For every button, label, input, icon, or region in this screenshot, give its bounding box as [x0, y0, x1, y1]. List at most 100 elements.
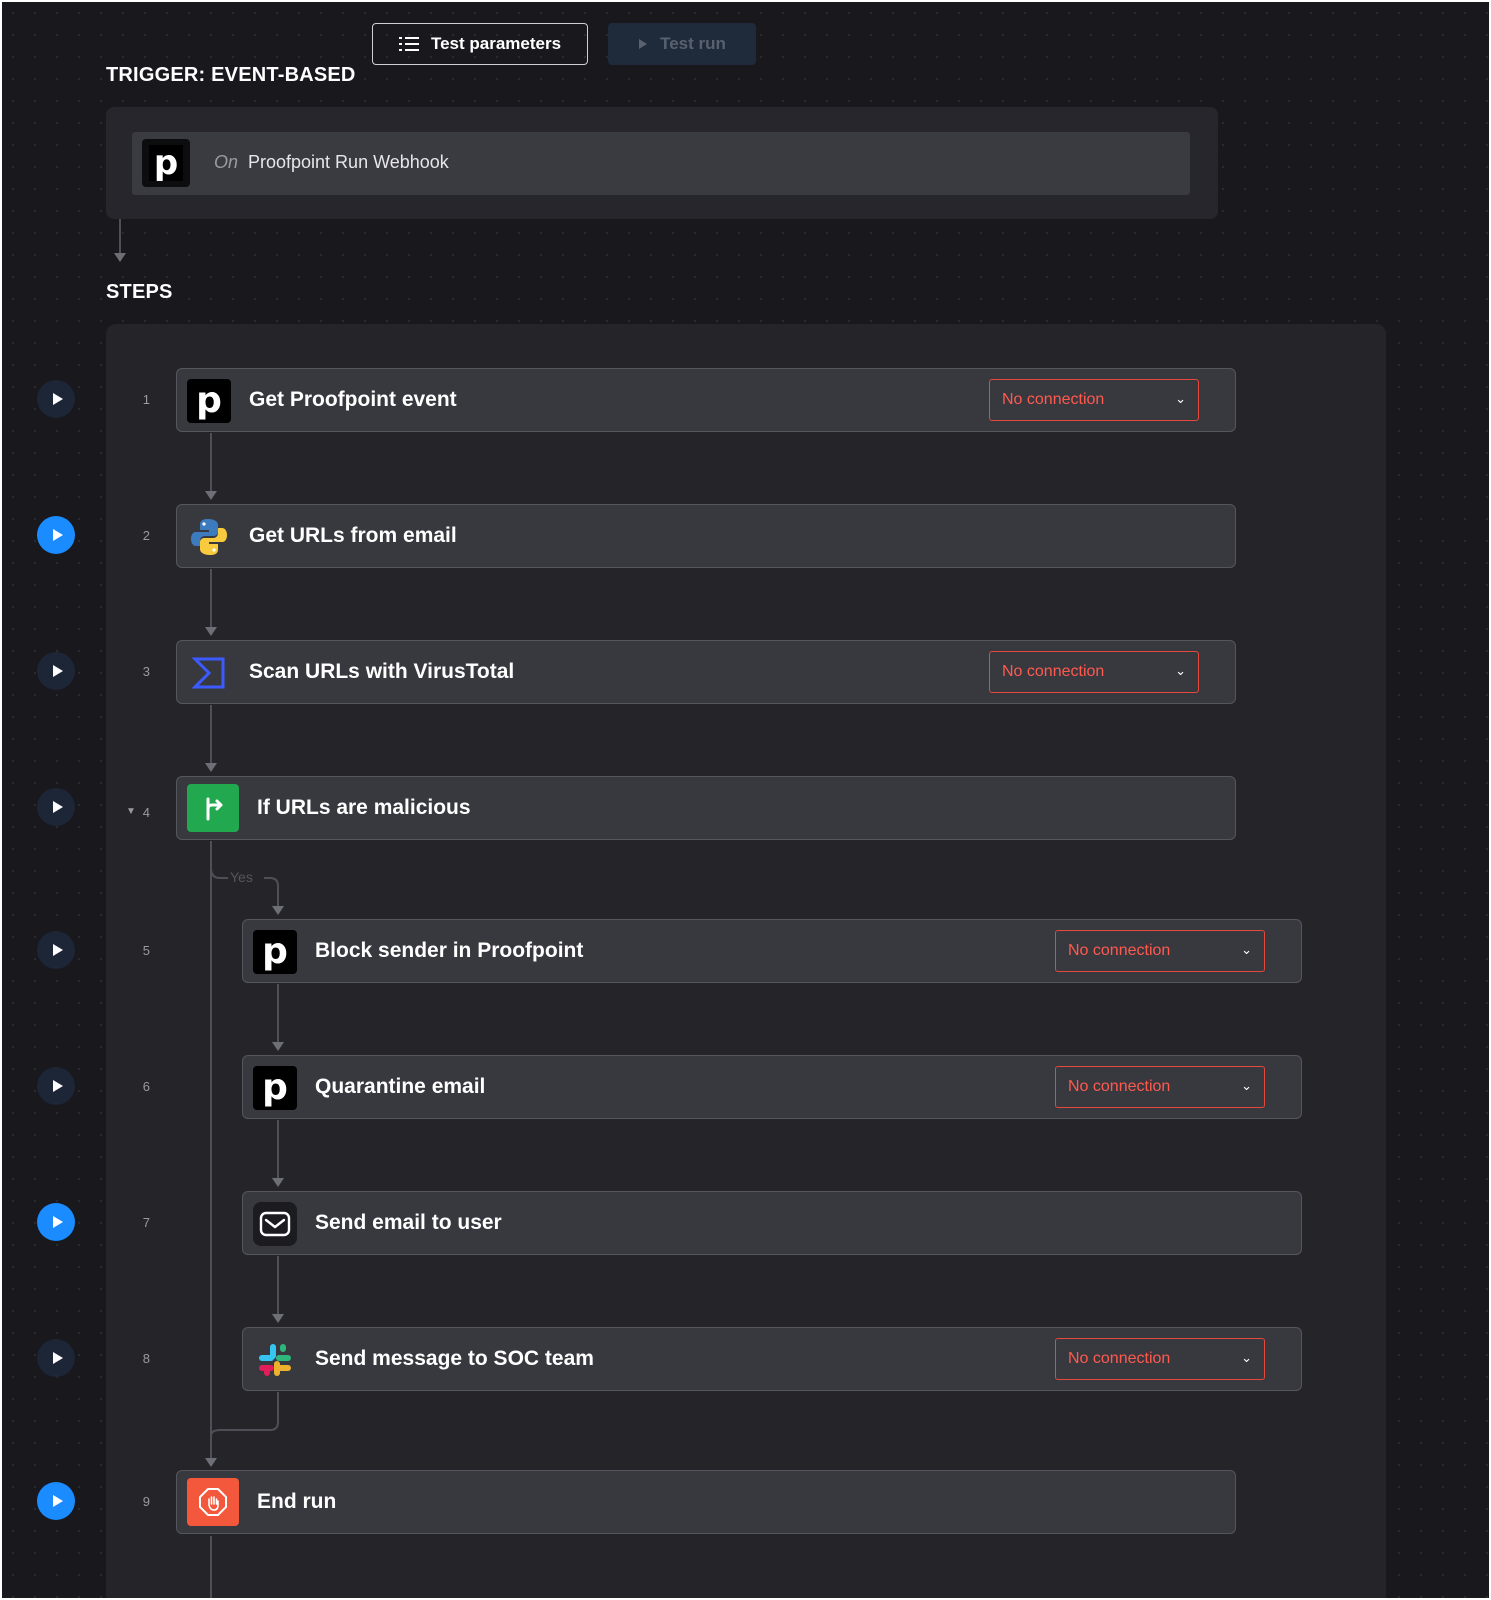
step-card-scan-urls-virustotal[interactable]: Scan URLs with VirusTotal No connection ⌄ — [176, 640, 1236, 704]
play-icon — [52, 801, 63, 813]
connection-select[interactable]: No connection ⌄ — [1055, 1066, 1265, 1108]
run-step-1-button[interactable] — [37, 380, 75, 418]
step-title: Send email to user — [315, 1211, 502, 1234]
steps-heading: STEPS — [106, 281, 173, 303]
connector-arrow — [205, 1458, 217, 1467]
play-icon — [52, 1080, 63, 1092]
chevron-down-icon: ⌄ — [1241, 1350, 1252, 1365]
step-title: If URLs are malicious — [257, 796, 471, 819]
step-number: 8 — [142, 1351, 150, 1366]
connector-line — [210, 841, 212, 1458]
step-card-quarantine-email[interactable]: p Quarantine email No connection ⌄ — [242, 1055, 1302, 1119]
trigger-card[interactable]: p On Proofpoint Run Webhook — [132, 132, 1190, 195]
trigger-heading: TRIGGER: EVENT-BASED — [106, 64, 356, 86]
connector-line — [210, 569, 212, 627]
condition-icon — [187, 784, 239, 832]
step-card-block-sender[interactable]: p Block sender in Proofpoint No connecti… — [242, 919, 1302, 983]
run-step-2-button[interactable] — [37, 516, 75, 554]
connection-value: No connection — [1002, 391, 1105, 408]
step-title: Get Proofpoint event — [249, 388, 457, 411]
proofpoint-icon: p — [187, 379, 231, 423]
connector-line — [277, 1120, 279, 1178]
step-number: 3 — [142, 664, 150, 679]
step-number: 4 — [142, 805, 150, 820]
virustotal-icon — [187, 651, 231, 695]
email-icon — [253, 1202, 297, 1246]
proofpoint-icon: p — [253, 930, 297, 974]
connection-select[interactable]: No connection ⌄ — [1055, 1338, 1265, 1380]
step-card-get-urls-from-email[interactable]: Get URLs from email — [176, 504, 1236, 568]
stop-icon — [187, 1478, 239, 1526]
run-step-5-button[interactable] — [37, 931, 75, 969]
proofpoint-icon: p — [253, 1066, 297, 1110]
connector-arrow — [205, 491, 217, 500]
proofpoint-icon: p — [142, 139, 190, 187]
branch-label-yes: Yes — [230, 869, 253, 885]
step-card-end-run[interactable]: End run — [176, 1470, 1236, 1534]
list-icon — [398, 37, 419, 51]
connection-select[interactable]: No connection ⌄ — [989, 651, 1199, 693]
connection-value: No connection — [1068, 1078, 1171, 1095]
chevron-down-icon: ⌄ — [1175, 391, 1186, 406]
connector-line — [277, 984, 279, 1042]
step-title: Quarantine email — [315, 1075, 486, 1098]
trigger-prefix: On — [214, 152, 239, 172]
play-icon — [52, 1352, 63, 1364]
play-icon — [52, 1216, 63, 1228]
connection-value: No connection — [1068, 942, 1171, 959]
run-step-8-button[interactable] — [37, 1339, 75, 1377]
run-step-3-button[interactable] — [37, 652, 75, 690]
run-step-6-button[interactable] — [37, 1067, 75, 1105]
run-step-4-button[interactable] — [37, 788, 75, 826]
step-title: Block sender in Proofpoint — [315, 939, 584, 962]
step-title: Get URLs from email — [249, 524, 457, 547]
connector-arrow — [272, 906, 284, 915]
trigger-name: Proofpoint Run Webhook — [248, 152, 449, 172]
step-card-if-urls-malicious[interactable]: If URLs are malicious — [176, 776, 1236, 840]
step-number: 5 — [142, 943, 150, 958]
connection-select[interactable]: No connection ⌄ — [989, 379, 1199, 421]
connector-line — [119, 219, 121, 255]
step-title: End run — [257, 1490, 337, 1513]
step-number: 6 — [142, 1079, 150, 1094]
connection-value: No connection — [1002, 663, 1105, 680]
step-card-get-proofpoint-event[interactable]: p Get Proofpoint event No connection ⌄ — [176, 368, 1236, 432]
slack-icon — [253, 1338, 297, 1382]
test-run-label: Test run — [660, 34, 726, 53]
chevron-down-icon: ⌄ — [1175, 663, 1186, 678]
step-title: Scan URLs with VirusTotal — [249, 660, 515, 683]
chevron-down-icon: ⌄ — [1241, 1078, 1252, 1093]
connector-arrow — [272, 1314, 284, 1323]
python-icon — [187, 515, 231, 559]
run-step-7-button[interactable] — [37, 1203, 75, 1241]
chevron-down-icon: ⌄ — [1241, 942, 1252, 957]
connector-arrow — [205, 763, 217, 772]
workflow-canvas: Test parameters Test run TRIGGER: EVENT-… — [2, 2, 1489, 1598]
step-number: 9 — [142, 1494, 150, 1509]
test-parameters-label: Test parameters — [430, 34, 562, 53]
step-title: Send message to SOC team — [315, 1347, 594, 1370]
run-step-9-button[interactable] — [37, 1482, 75, 1520]
connector-arrow — [205, 627, 217, 636]
connector-line — [210, 705, 212, 763]
play-icon — [639, 39, 648, 49]
play-icon — [52, 1495, 63, 1507]
step-number: 7 — [142, 1215, 150, 1230]
connector-line — [210, 433, 212, 491]
test-parameters-button[interactable]: Test parameters — [372, 23, 588, 65]
connector-arrow — [272, 1178, 284, 1187]
step-card-send-email[interactable]: Send email to user — [242, 1191, 1302, 1255]
test-run-button[interactable]: Test run — [608, 23, 756, 65]
play-icon — [52, 665, 63, 677]
connector-arrow — [114, 253, 126, 262]
connector-line — [277, 1256, 279, 1314]
play-icon — [52, 944, 63, 956]
connection-select[interactable]: No connection ⌄ — [1055, 930, 1265, 972]
connector-line — [210, 1536, 212, 1598]
connection-value: No connection — [1068, 1350, 1171, 1367]
play-icon — [52, 393, 63, 405]
step-number: 1 — [142, 392, 150, 407]
play-icon — [52, 529, 63, 541]
step-card-send-message-soc[interactable]: Send message to SOC team No connection ⌄ — [242, 1327, 1302, 1391]
branch-merge-connector — [210, 1392, 279, 1437]
